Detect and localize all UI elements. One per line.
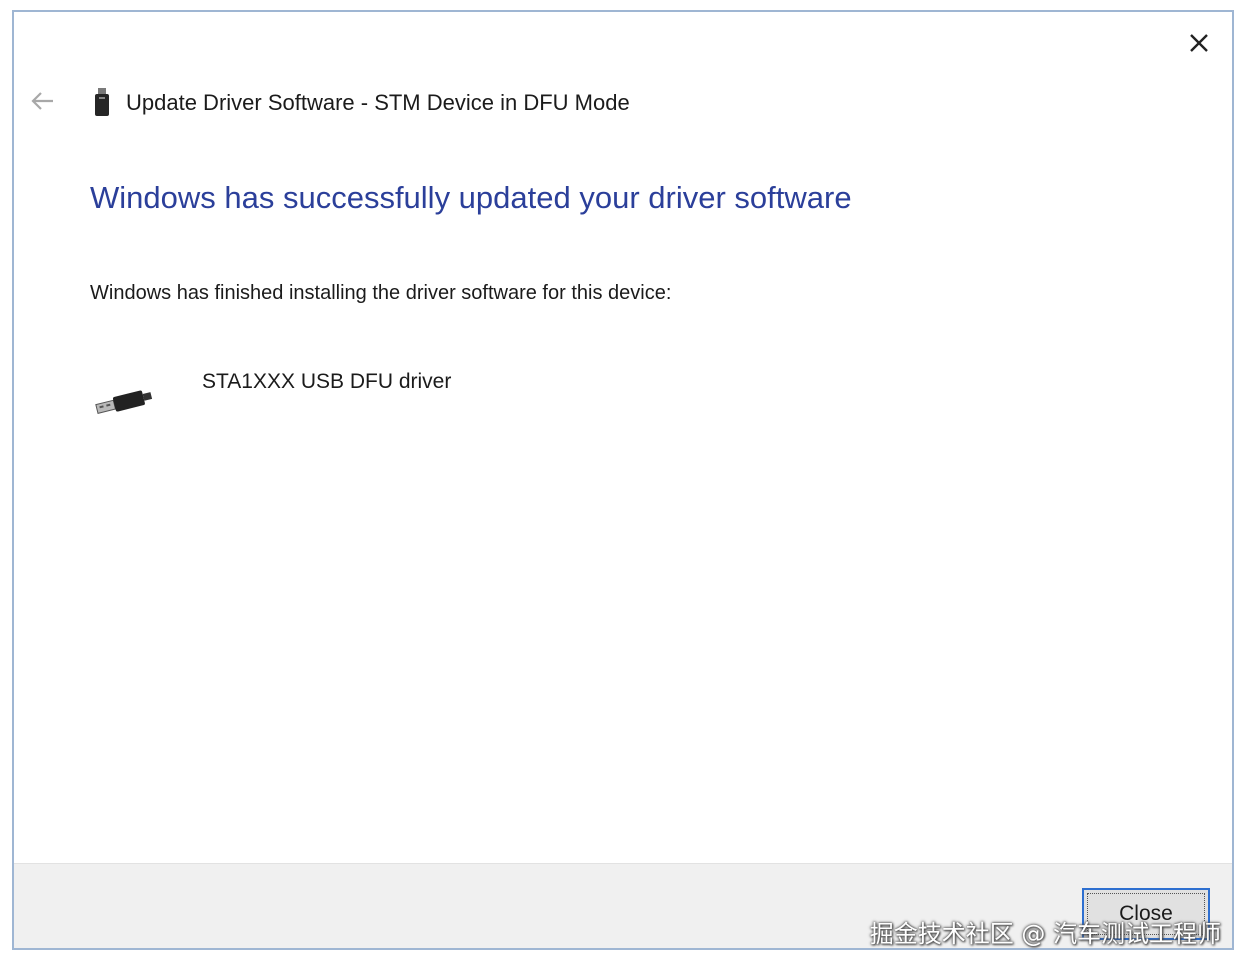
close-icon[interactable] [1182,26,1216,60]
driver-name: STA1XXX USB DFU driver [202,370,452,393]
success-heading: Windows has successfully updated your dr… [90,180,852,215]
page: Update Driver Software - STM Device in D… [0,0,1245,973]
update-driver-dialog: Update Driver Software - STM Device in D… [12,10,1234,950]
back-arrow-icon[interactable] [28,86,58,116]
watermark-text: 掘金技术社区 @ 汽车测试工程师 [869,920,1221,948]
usb-device-icon [92,87,112,119]
window-title: Update Driver Software - STM Device in D… [126,90,630,115]
install-description: Windows has finished installing the driv… [90,282,672,304]
usb-plug-icon [90,382,156,422]
title-bar: Update Driver Software - STM Device in D… [92,86,630,120]
